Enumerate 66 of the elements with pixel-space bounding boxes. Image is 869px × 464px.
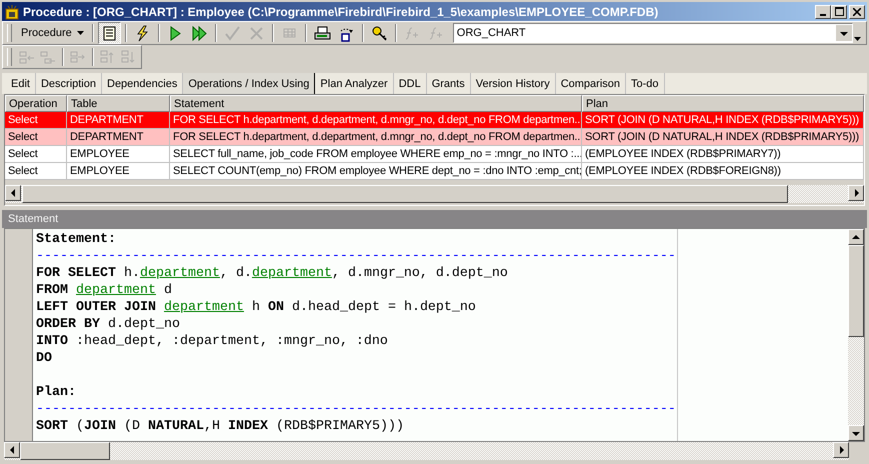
table-cell: SORT (JOIN (D NATURAL,H INDEX (RDB$PRIMARY5))) xyxy=(582,129,864,146)
block-down-icon xyxy=(120,48,138,66)
horizontal-scrollbar[interactable] xyxy=(4,442,849,460)
table-cell: (EMPLOYEE INDEX (RDB$PRIMARY7)) xyxy=(582,146,864,163)
scrollbar-thumb[interactable] xyxy=(848,245,864,337)
maximize-icon xyxy=(834,7,844,16)
column-header[interactable]: Statement xyxy=(170,95,582,112)
function-icon xyxy=(428,24,445,42)
separator-line: -------------------------------------------------------------------------------- xyxy=(36,249,676,264)
table-cell: SELECT COUNT(emp_no) FROM employee WHERE dept_no = :dno INTO :emp_cnt; xyxy=(170,163,582,180)
code-line: ORDER BY d.dept_no xyxy=(36,316,181,333)
tab[interactable]: Operations / Index Using xyxy=(183,73,316,94)
notes-button[interactable] xyxy=(98,22,121,44)
code-line: Plan: xyxy=(36,384,77,401)
table-cell: DEPARTMENT xyxy=(67,112,170,129)
block-left-icon xyxy=(18,48,36,66)
table-cell: Select xyxy=(5,163,67,180)
code-line: DO xyxy=(36,350,53,367)
table-cell: EMPLOYEE xyxy=(67,163,170,180)
panel-title: Statement xyxy=(2,210,867,228)
checkmark-icon xyxy=(224,24,241,42)
minimize-button[interactable] xyxy=(815,4,831,18)
table-cell: FOR SELECT h.department, d.department, d.mngr_no, d.dept_no FROM departmen... xyxy=(170,129,582,146)
left-arrow-icon xyxy=(10,187,16,199)
block-indent-icon xyxy=(69,48,86,66)
column-header[interactable]: Plan xyxy=(582,95,864,112)
table-cell: DEPARTMENT xyxy=(67,129,170,146)
table-cell: Select xyxy=(5,112,67,129)
column-header[interactable]: Operation xyxy=(5,95,67,112)
code-line: FROM department d xyxy=(36,282,173,299)
separator-line: -------------------------------------------------------------------------------- xyxy=(36,402,676,417)
function-icon xyxy=(404,24,421,42)
toolbar-options-icon[interactable] xyxy=(854,37,861,42)
keys-icon xyxy=(370,24,388,42)
table-cell: EMPLOYEE xyxy=(67,146,170,163)
code-line: INTO :head_dept, :department, :mngr_no, :dno xyxy=(36,333,389,350)
vertical-scrollbar[interactable] xyxy=(848,229,864,441)
right-arrow-icon xyxy=(852,187,860,199)
app-icon xyxy=(4,4,20,20)
maximize-button[interactable] xyxy=(831,4,847,18)
code-line: FOR SELECT h.department, d.department, d.mngr_no, d.dept_no xyxy=(36,265,509,282)
column-header[interactable]: Table xyxy=(67,95,170,112)
notes-icon xyxy=(100,24,118,42)
window-title: Procedure : [ORG_CHART] : Employee (C:\Programme\Firebird\Firebird_1_5\examples\EMPLOYEE_COMP.FDB) xyxy=(23,4,660,18)
table-cell: Select xyxy=(5,146,67,163)
caret-icon xyxy=(76,31,84,35)
printer-icon xyxy=(314,24,331,42)
object-name-combo[interactable]: ORG_CHART xyxy=(452,23,853,43)
object-type-dropdown[interactable]: Procedure xyxy=(17,22,88,44)
table-cell: FOR SELECT h.department, d.department, d.mngr_no, d.dept_no FROM departmen... xyxy=(170,112,582,129)
table-cell: SORT (JOIN (D NATURAL,H INDEX (RDB$PRIMARY5))) xyxy=(582,112,864,129)
code-line: LEFT OUTER JOIN department h ON d.head_dept = h.dept_no xyxy=(36,299,477,316)
right-arrow-icon xyxy=(838,444,844,456)
close-button[interactable] xyxy=(849,4,865,18)
scrollbar-thumb[interactable] xyxy=(20,442,110,460)
minimize-icon xyxy=(820,14,826,16)
cross-icon xyxy=(248,24,265,42)
block-right-icon xyxy=(39,48,56,66)
fast-forward-icon xyxy=(190,24,208,42)
left-arrow-icon xyxy=(8,444,16,456)
code-line: SORT (JOIN (D NATURAL,H INDEX (RDB$PRIMARY5))) xyxy=(36,418,405,435)
table-cell: Select xyxy=(5,129,67,146)
up-arrow-icon xyxy=(851,232,861,242)
code-line: Statement: xyxy=(36,231,117,248)
close-icon xyxy=(853,8,861,16)
table-cell: (EMPLOYEE INDEX (RDB$FOREIGN8)) xyxy=(582,163,864,180)
